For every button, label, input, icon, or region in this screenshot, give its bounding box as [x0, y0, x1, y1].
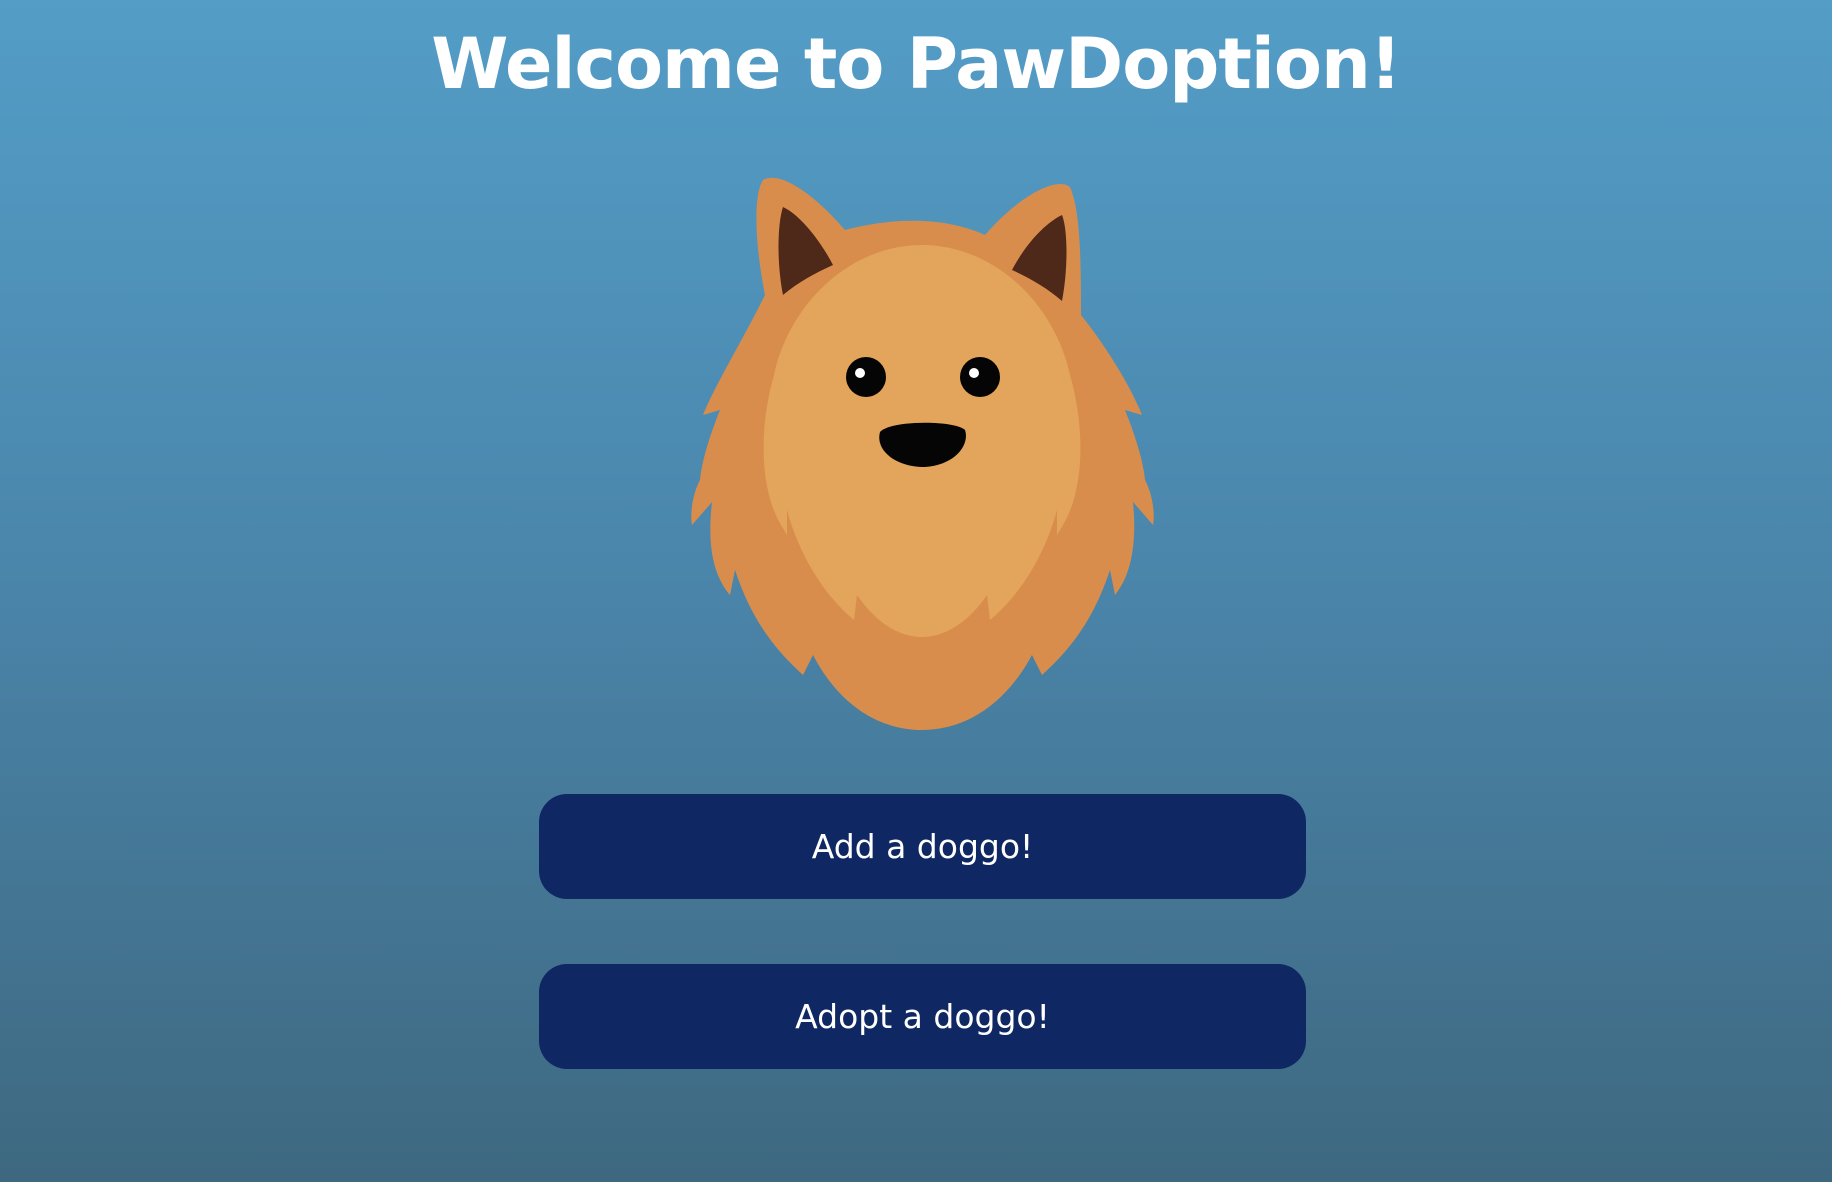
- adopt-doggo-button[interactable]: Adopt a doggo!: [539, 964, 1306, 1069]
- right-eye-icon: [960, 357, 1000, 397]
- welcome-page: Welcome to PawDoption! Add a doggo! Adop…: [0, 0, 1832, 1182]
- add-doggo-button[interactable]: Add a doggo!: [539, 794, 1306, 899]
- page-title: Welcome to PawDoption!: [431, 23, 1401, 105]
- dog-face-icon: [691, 177, 1154, 731]
- left-eye-icon: [846, 357, 886, 397]
